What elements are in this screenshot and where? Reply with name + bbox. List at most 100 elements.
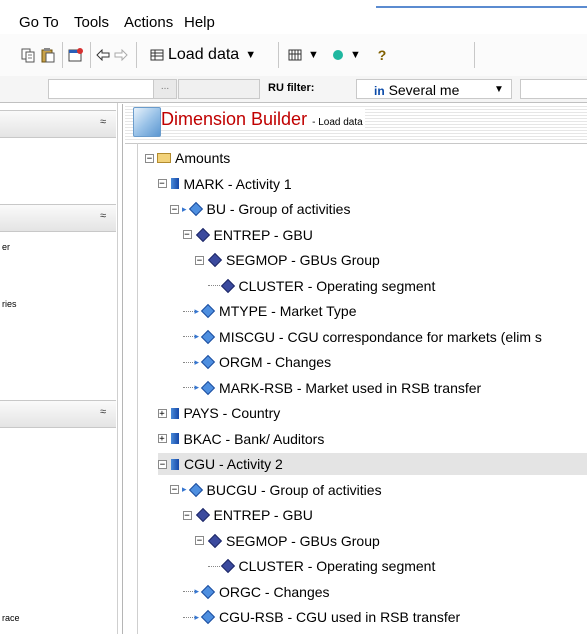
- diamond-icon: [220, 278, 235, 293]
- load-data-button[interactable]: Load data ▼: [150, 45, 268, 65]
- arrow-icon: ▸: [194, 611, 200, 622]
- back-button[interactable]: [96, 45, 110, 65]
- paste-icon: [41, 48, 55, 63]
- tree-node[interactable]: − CGU - Activity 2: [158, 453, 587, 475]
- tree-connector: [207, 285, 220, 286]
- diamond-icon: [200, 354, 216, 370]
- collapse-icon[interactable]: −: [170, 204, 179, 214]
- left-panel-section-3-header[interactable]: ≈: [0, 400, 116, 428]
- tree-node-label: MISCGU - CGU correspondance for markets …: [219, 328, 542, 345]
- tree-node-label: Amounts: [175, 150, 231, 166]
- tree-node[interactable]: − ▸ BUCGU - Group of activities: [170, 479, 382, 501]
- diamond-icon: [207, 252, 223, 268]
- menu-goto[interactable]: Go To: [19, 14, 59, 31]
- tree-node-label: CGU-RSB - CGU used in RSB transfer: [219, 609, 461, 625]
- grid-icon: [288, 49, 302, 61]
- splitter[interactable]: [122, 104, 123, 634]
- collapse-icon[interactable]: ≈: [100, 210, 106, 222]
- property-icon: ▸: [195, 329, 220, 344]
- tree-node-label: ORGC - Changes: [219, 583, 330, 600]
- collapse-icon[interactable]: −: [182, 510, 192, 520]
- left-panel-section-2-header[interactable]: ≈: [0, 204, 116, 232]
- forward-button[interactable]: [114, 45, 128, 65]
- table-icon: [150, 49, 164, 61]
- tree-node[interactable]: ▸ ORGC - Changes: [182, 581, 330, 603]
- help-button[interactable]: ?: [376, 45, 388, 65]
- property-icon: ▸: [182, 201, 207, 217]
- tree-node-label: SEGMOP - GBUs Group: [226, 532, 380, 549]
- paste-button[interactable]: [40, 45, 56, 65]
- tree-node[interactable]: ▸ MARK-RSB - Market used in RSB transfer: [182, 377, 481, 399]
- left-panel-section-1-header[interactable]: ≈: [0, 110, 116, 138]
- dimension-icon: [170, 407, 179, 419]
- diamond-icon: [200, 609, 216, 625]
- collapse-icon[interactable]: −: [195, 255, 204, 265]
- tree-node[interactable]: ▸ MISCGU - CGU correspondance for markets…: [182, 326, 542, 348]
- filter-input-3[interactable]: [520, 79, 587, 99]
- property-icon: ▸: [195, 354, 220, 370]
- status-button[interactable]: ▼: [332, 45, 366, 65]
- property-icon: ▸: [195, 380, 220, 395]
- tree-node[interactable]: CLUSTER - Operating segment: [207, 555, 435, 577]
- collapse-icon[interactable]: ≈: [100, 116, 106, 128]
- ru-filter-label: RU filter:: [268, 82, 315, 94]
- expand-icon[interactable]: +: [157, 434, 167, 444]
- chevron-down-icon[interactable]: ▼: [308, 49, 319, 61]
- dimension-icon: [171, 458, 179, 470]
- menu-tools[interactable]: Tools: [74, 14, 109, 31]
- left-panel: ≈ ≈ er ries ≈ race: [0, 103, 118, 634]
- tree-node-label: SEGMOP - GBUs Group: [226, 252, 380, 268]
- browse-button[interactable]: ...: [153, 79, 177, 99]
- tree-node-label: MARK - Activity 1: [183, 175, 292, 192]
- tree-node[interactable]: − SEGMOP - GBUs Group: [195, 530, 380, 552]
- several-label: Several me: [388, 82, 460, 98]
- copy-icon: [21, 48, 35, 63]
- tree-node-label: MTYPE - Market Type: [219, 303, 357, 319]
- filter-bar: ... RU filter: in Several me ▼: [0, 76, 587, 103]
- tree-node[interactable]: − ENTREP - GBU: [182, 504, 313, 526]
- collapse-icon[interactable]: −: [145, 153, 154, 163]
- tree-node[interactable]: − ENTREP - GBU: [182, 224, 313, 246]
- status-dot-icon: [333, 50, 343, 60]
- copy-button[interactable]: [20, 45, 36, 65]
- property-icon: ▸: [194, 609, 220, 625]
- tree-node[interactable]: ▸ MTYPE - Market Type: [182, 300, 357, 322]
- tree-node[interactable]: − ▸ BU - Group of activities: [170, 198, 350, 220]
- tree-node[interactable]: − MARK - Activity 1: [157, 173, 292, 195]
- arrow-left-icon: [96, 49, 110, 61]
- question-icon: ?: [377, 47, 387, 63]
- collapse-icon[interactable]: −: [182, 230, 192, 240]
- menu-help[interactable]: Help: [184, 14, 215, 31]
- grid-view-button[interactable]: ▼: [288, 45, 322, 65]
- menu-actions[interactable]: Actions: [124, 14, 173, 31]
- filter-input-2[interactable]: [178, 79, 260, 99]
- diamond-icon: [200, 380, 216, 395]
- tree-node[interactable]: CLUSTER - Operating segment: [207, 275, 435, 297]
- tree-node-label: ENTREP - GBU: [213, 507, 313, 523]
- tree-node[interactable]: − Amounts: [145, 147, 230, 169]
- tree-node[interactable]: ▸ CGU-RSB - CGU used in RSB transfer: [182, 606, 461, 628]
- entity-filter-input[interactable]: [48, 79, 155, 99]
- collapse-icon[interactable]: −: [158, 459, 167, 469]
- chevron-down-icon[interactable]: ▼: [350, 49, 361, 61]
- collapse-icon[interactable]: ≈: [100, 406, 106, 418]
- chevron-down-icon[interactable]: ▼: [245, 49, 256, 61]
- collapse-icon[interactable]: −: [157, 179, 167, 189]
- tree-node[interactable]: + PAYS - Country: [157, 402, 280, 424]
- arrow-icon: ▸: [194, 305, 200, 316]
- toolbar-separator: [474, 42, 475, 68]
- chevron-down-icon[interactable]: ▼: [494, 84, 504, 95]
- toolbar-separator: [62, 42, 63, 68]
- tree-node[interactable]: ▸ ORGM - Changes: [182, 351, 331, 373]
- collapse-icon[interactable]: −: [170, 485, 179, 495]
- tree-node[interactable]: + BKAC - Bank/ Auditors: [157, 428, 324, 450]
- expand-icon[interactable]: +: [157, 408, 167, 418]
- tree-node[interactable]: − SEGMOP - GBUs Group: [195, 249, 380, 271]
- diamond-icon: [188, 201, 203, 217]
- properties-button[interactable]: [68, 45, 84, 65]
- tree-connector: [207, 565, 220, 567]
- toolbar-separator: [90, 42, 91, 68]
- arrow-icon: ▸: [194, 586, 200, 596]
- collapse-icon[interactable]: −: [195, 536, 204, 546]
- tree-node-label: ENTREP - GBU: [213, 226, 313, 243]
